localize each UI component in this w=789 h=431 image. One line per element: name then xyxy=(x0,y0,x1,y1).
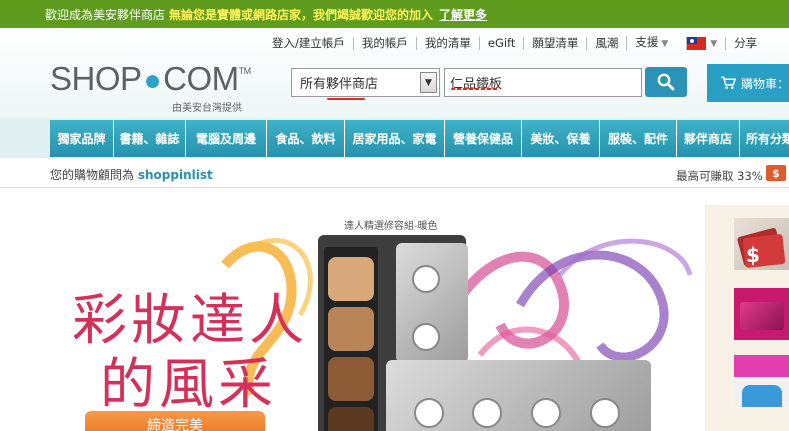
lid-hole xyxy=(412,323,440,351)
advisor-prefix: 您的購物顧問為 xyxy=(50,168,135,182)
search-button[interactable] xyxy=(645,67,687,97)
dropdown-arrow-icon[interactable]: ▼ xyxy=(420,72,437,93)
store-select[interactable]: 所有夥伴商店 ▼ xyxy=(291,68,440,97)
eyeshadow-pan xyxy=(328,407,374,431)
hero-banner[interactable]: 達人精選修容組-暖色 彩妝達人 的風采 締造完美 xyxy=(0,195,705,431)
search-input[interactable] xyxy=(444,68,642,97)
promo-image xyxy=(742,385,782,407)
lid-hole xyxy=(531,398,561,428)
chevron-down-icon[interactable]: ▼ xyxy=(710,39,717,49)
hero-cta-button[interactable]: 締造完美 xyxy=(85,411,265,431)
trend-link[interactable]: 風潮 xyxy=(586,37,626,50)
eyeshadow-pan xyxy=(328,257,374,301)
nav-item-computers[interactable]: 電腦及周邊 xyxy=(186,120,267,157)
side-ads: $ xyxy=(705,205,789,431)
banner-learn-more-link[interactable]: 了解更多 xyxy=(439,6,487,23)
cart-label: 購物車： xyxy=(740,76,789,91)
ad-cashback[interactable]: $ xyxy=(734,218,789,270)
nav-item-exclusive[interactable]: 獨家品牌 xyxy=(50,120,114,157)
egift-link[interactable]: eGift xyxy=(478,37,524,50)
product-caption: 達人精選修容組-暖色 xyxy=(344,221,438,232)
nav-item-apparel[interactable]: 服裝、配件 xyxy=(600,120,677,157)
my-list-link[interactable]: 我的清單 xyxy=(415,37,479,50)
earn-rate: 最高可賺取 33% xyxy=(676,169,763,183)
spellcheck-underline xyxy=(327,98,365,100)
ad-promo[interactable] xyxy=(734,355,789,407)
top-banner: 歡迎成為美安夥伴商店 無論您是實體或網路店家，我們竭誠歡迎您的加入 了解更多 xyxy=(0,0,789,28)
nav-item-beauty[interactable]: 美妝、保養 xyxy=(522,120,600,157)
share-link[interactable]: 分享 xyxy=(725,37,765,50)
chevron-down-icon: ▼ xyxy=(661,39,669,49)
dollar-stack-icon: $ xyxy=(737,228,786,268)
nav-item-partners[interactable]: 夥伴商店 xyxy=(677,120,740,157)
advisor-name-link[interactable]: shoppinlist xyxy=(138,168,213,182)
credit-card-icon xyxy=(740,302,784,330)
logo-tagline: 由美安台灣提供 xyxy=(172,103,242,114)
info-bar: 您的購物顧問為 shoppinlist 最高可賺取 33% $ xyxy=(0,158,789,188)
support-menu[interactable]: 支援 ▼ xyxy=(626,36,676,51)
shopcom-logo[interactable]: SHOP●COMTM xyxy=(50,60,251,98)
spellcheck-underline xyxy=(451,88,498,90)
category-nav: 獨家品牌 書籍、雜誌 電腦及周邊 食品、飲料 居家用品、家電 營養保健品 美妝、… xyxy=(0,118,789,158)
nav-item-food[interactable]: 食品、飲料 xyxy=(267,120,345,157)
hero-title-line2: 的風采 xyxy=(100,352,278,416)
support-label: 支援 xyxy=(635,35,659,49)
palette-lid-bottom xyxy=(386,360,651,431)
logo-right: COM xyxy=(163,60,239,97)
account-link[interactable]: 我的帳戶 xyxy=(352,37,416,50)
ad-credit-card[interactable] xyxy=(734,288,789,340)
cart-icon xyxy=(721,76,736,89)
eyeshadow-pan xyxy=(328,307,374,351)
wishlist-link[interactable]: 願望清單 xyxy=(523,37,586,50)
lid-hole xyxy=(472,398,502,428)
store-select-value: 所有夥伴商店 xyxy=(300,77,379,92)
utility-links: 登入/建立帳戶 我的帳戶 我的清單 eGift 願望清單 風潮 支援 ▼ ▼ 分享 xyxy=(272,36,765,51)
banner-highlight: 無論您是實體或網路店家，我們竭誠歡迎您的加入 xyxy=(169,7,434,22)
nav-item-home[interactable]: 居家用品、家電 xyxy=(345,120,445,157)
promo-strip xyxy=(734,355,789,377)
lid-hole xyxy=(590,398,620,428)
svg-text:$: $ xyxy=(746,243,760,267)
dollar-icon[interactable]: $ xyxy=(766,165,786,181)
palette-lid xyxy=(396,243,468,363)
login-link[interactable]: 登入/建立帳戶 xyxy=(272,37,353,50)
nav-item-books[interactable]: 書籍、雜誌 xyxy=(114,120,186,157)
logo-left: SHOP xyxy=(50,60,142,97)
nav-item-nutrition[interactable]: 營養保健品 xyxy=(445,120,522,157)
header: 登入/建立帳戶 我的帳戶 我的清單 eGift 願望清單 風潮 支援 ▼ ▼ 分享… xyxy=(0,28,789,118)
banner-welcome: 歡迎成為美安夥伴商店 xyxy=(45,7,166,22)
eyeshadow-pan xyxy=(328,357,374,401)
logo-tm: TM xyxy=(238,66,252,76)
taiwan-flag-icon[interactable] xyxy=(686,37,707,50)
cart-button[interactable]: 購物車： xyxy=(707,64,789,102)
lid-hole xyxy=(414,398,444,428)
search-icon xyxy=(657,73,675,91)
logo-dot-icon: ● xyxy=(143,64,162,97)
nav-item-all[interactable]: 所有分類 xyxy=(740,120,789,157)
lid-hole xyxy=(412,265,440,293)
shopping-advisor: 您的購物顧問為 shoppinlist xyxy=(50,166,213,183)
